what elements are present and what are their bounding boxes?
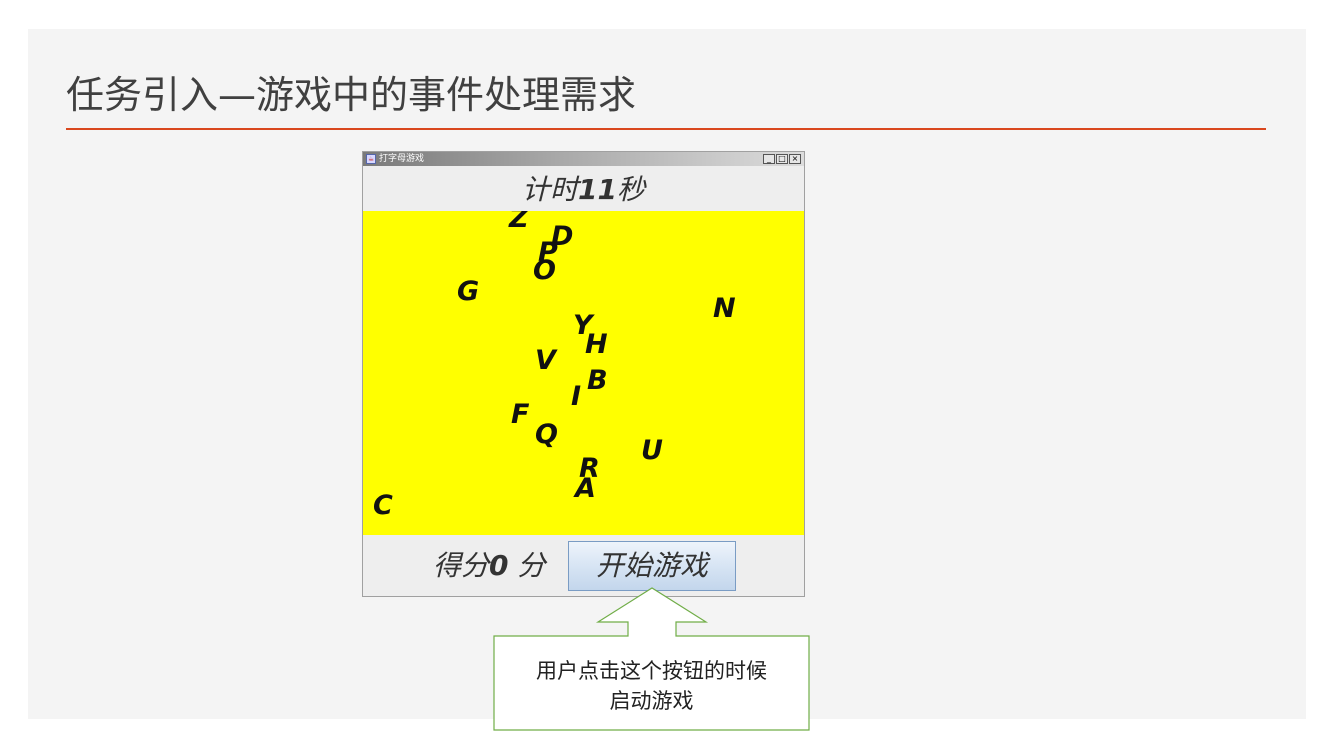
slide-title: 任务引入—游戏中的事件处理需求 [66,73,637,117]
timer-label: 计时11秒 [363,174,804,206]
minimize-button[interactable]: _ [763,154,775,164]
callout-line-1: 用户点击这个按钮的时候 [536,659,767,683]
falling-letter: Z [509,211,529,234]
falling-letter: C [373,490,393,521]
window-controls: _ □ × [763,154,801,164]
score-prefix: 得分 [433,549,490,582]
score-value: 0 [489,549,509,582]
window-titlebar[interactable]: ☕ 打字母游戏 _ □ × [363,152,804,166]
timer-prefix: 计时 [522,173,579,206]
falling-letter: Q [535,419,558,450]
maximize-button[interactable]: □ [776,154,788,164]
window-title: 打字母游戏 [379,154,425,164]
falling-letter: H [585,329,608,360]
title-divider [66,128,1266,130]
timer-value: 11 [578,173,617,206]
timer-suffix: 秒 [616,173,645,206]
close-button[interactable]: × [789,154,801,164]
falling-letter: F [511,399,530,430]
falling-letter: O [533,255,556,286]
falling-letter: V [535,345,556,376]
falling-letter: N [713,293,736,324]
falling-letter: B [587,365,608,396]
score-suffix: 分 [508,549,546,582]
callout-text: 用户点击这个按钮的时候 启动游戏 [494,656,809,716]
falling-letter: U [641,435,663,466]
java-cup-icon: ☕ [366,154,376,164]
callout-line-2: 启动游戏 [609,689,694,713]
falling-letter: A [575,473,596,504]
falling-letter: G [457,276,480,307]
game-area[interactable]: Z D P O G N Y H V B I F Q U R A C [363,211,804,535]
app-window: ☕ 打字母游戏 _ □ × 计时11秒 Z D P O G N Y H V B … [362,151,805,597]
falling-letter: I [571,381,582,412]
start-game-button[interactable]: 开始游戏 [568,541,736,591]
score-label: 得分0 分 [433,550,545,582]
